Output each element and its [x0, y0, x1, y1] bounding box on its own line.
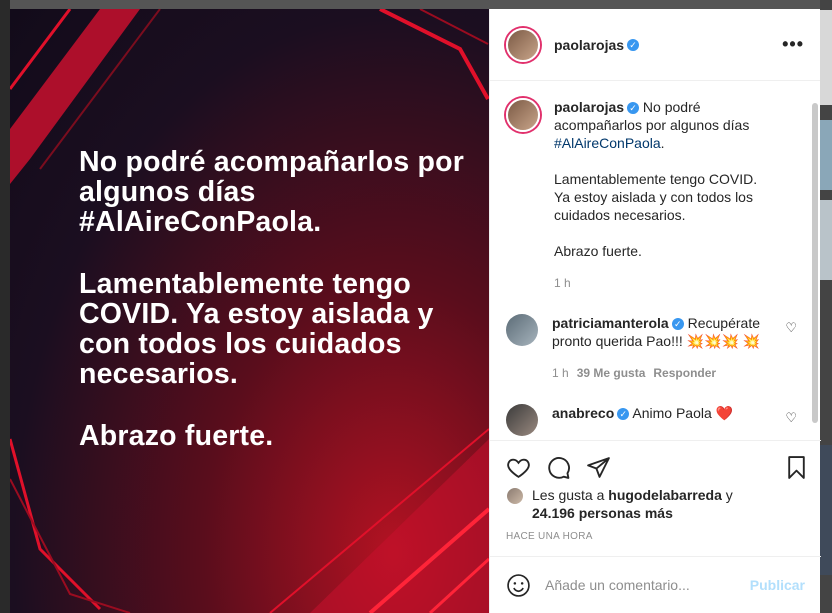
publish-button[interactable]: Publicar	[750, 577, 805, 593]
comment-username[interactable]: anabreco	[552, 405, 614, 421]
comment-text: Animo Paola ❤️	[632, 405, 734, 421]
comment-row: patriciamanterola ✓ Recupérate pronto que…	[506, 314, 805, 382]
image-text-line1: No podré acompañarlos por algunos días #…	[79, 146, 465, 238]
comment-likes[interactable]: 39 Me gusta	[577, 366, 646, 380]
comments-list: paolarojas ✓ No podré acompañarlos por al…	[490, 82, 821, 440]
image-text-line3: Abrazo fuerte.	[79, 420, 274, 452]
verified-badge-icon: ✓	[627, 38, 640, 51]
comment-body: patriciamanterola ✓ Recupérate pronto que…	[552, 314, 767, 382]
comment-bubble-icon[interactable]	[546, 455, 571, 480]
save-bookmark-icon[interactable]	[784, 455, 809, 480]
caption-text-after: . Lamentablemente tengo COVID. Ya estoy …	[554, 135, 758, 259]
post-timestamp[interactable]: HACE UNA HORA	[506, 531, 593, 542]
emoji-smiley-icon[interactable]	[506, 573, 531, 598]
like-heart-icon[interactable]	[506, 455, 531, 480]
backdrop-left-edge	[0, 0, 10, 613]
caption-username[interactable]: paolarojas	[554, 99, 624, 115]
likes-count[interactable]: 24.196 personas más	[532, 505, 673, 521]
comment-input[interactable]	[545, 577, 745, 593]
share-direct-icon[interactable]	[586, 455, 611, 480]
likes-summary: Les gusta a hugodelabarreda y 24.196 per…	[506, 486, 806, 522]
comment-like-heart-icon[interactable]: ♡	[785, 320, 797, 336]
backdrop-right-edge	[820, 0, 832, 613]
comment-like-heart-icon[interactable]: ♡	[785, 410, 797, 426]
add-comment-bar: Publicar	[490, 556, 821, 613]
post-side-panel: paolarojas ✓ ••• paolarojas ✓ No podré ac…	[489, 9, 821, 613]
verified-badge-icon: ✓	[671, 318, 684, 330]
post-modal: No podré acompañarlos por algunos días #…	[10, 9, 821, 613]
caption-time[interactable]: 1 h	[554, 274, 769, 292]
caption-body: paolarojas ✓ No podré acompañarlos por al…	[554, 98, 769, 292]
comment-meta: 1 h 39 Me gusta Responder	[552, 364, 767, 382]
comment-username[interactable]: patriciamanterola	[552, 315, 669, 331]
likes-suffix: y	[721, 487, 733, 503]
comment-avatar[interactable]	[506, 404, 538, 436]
caption-avatar[interactable]	[506, 98, 540, 132]
comment-row: anabreco ✓ Animo Paola ❤️ ♡	[506, 404, 805, 436]
caption-hashtag[interactable]: #AlAireConPaola	[554, 135, 661, 151]
likes-prefix: Les gusta a	[532, 487, 609, 503]
post-image: No podré acompañarlos por algunos días #…	[10, 9, 489, 613]
verified-badge-icon: ✓	[627, 102, 640, 114]
author-username[interactable]: paolarojas	[554, 37, 624, 53]
liker-username[interactable]: hugodelabarreda	[608, 487, 722, 503]
image-text-line2: Lamentablemente tengo COVID. Ya estoy ai…	[79, 268, 434, 390]
comments-scrollbar[interactable]	[812, 103, 818, 423]
verified-badge-icon: ✓	[617, 408, 630, 420]
post-header: paolarojas ✓ •••	[490, 9, 820, 81]
liker-avatar[interactable]	[506, 487, 524, 505]
reply-button[interactable]: Responder	[653, 366, 716, 380]
post-image-text: No podré acompañarlos por algunos días #…	[79, 147, 479, 483]
more-options-icon[interactable]: •••	[782, 34, 804, 55]
comment-time[interactable]: 1 h	[552, 366, 569, 380]
author-avatar[interactable]	[506, 27, 540, 62]
comment-body: anabreco ✓ Animo Paola ❤️	[552, 404, 767, 436]
comment-avatar[interactable]	[506, 314, 538, 346]
caption-row: paolarojas ✓ No podré acompañarlos por al…	[506, 98, 805, 292]
